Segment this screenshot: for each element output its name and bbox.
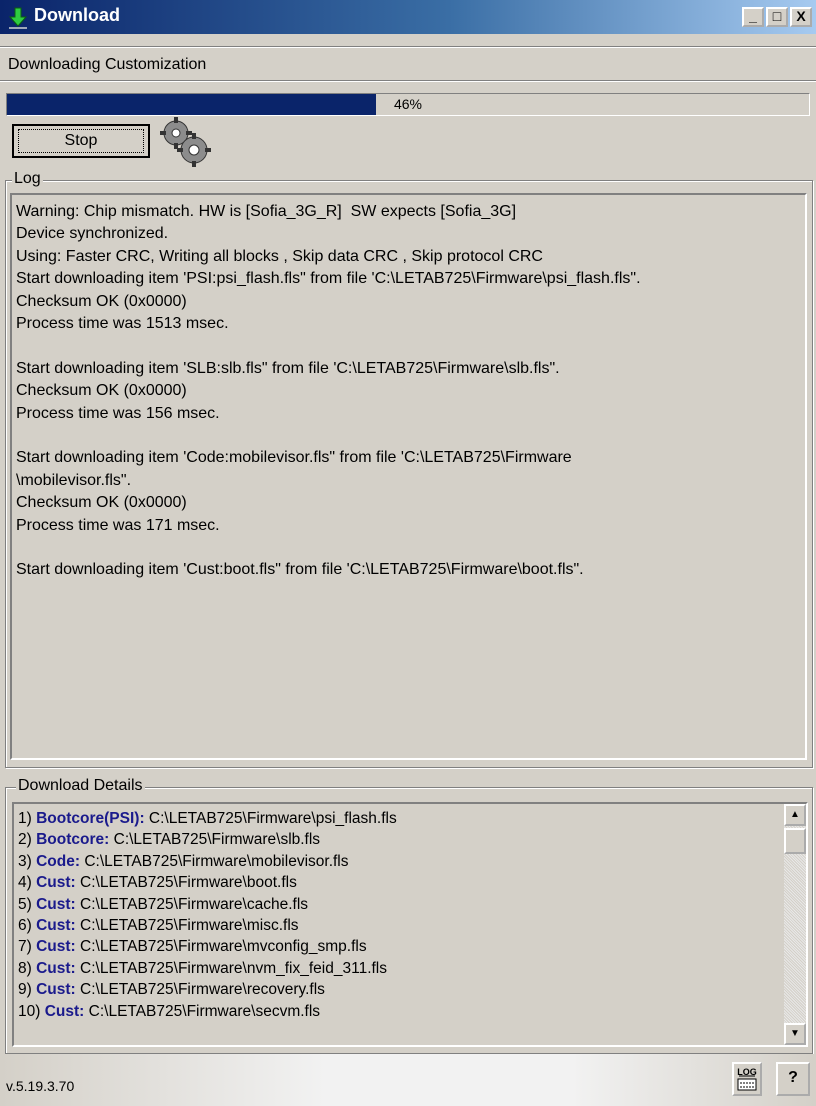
details-row-index: 2) bbox=[18, 831, 32, 849]
details-row-index: 4) bbox=[18, 874, 32, 892]
progress-label: 46% bbox=[393, 96, 423, 112]
details-row[interactable]: 5) Cust: C:\LETAB725\Firmware\cache.fls bbox=[18, 894, 780, 915]
log-icon: LOG bbox=[737, 1067, 757, 1091]
footer-bar bbox=[0, 1054, 816, 1106]
details-row-path: C:\LETAB725\Firmware\nvm_fix_feid_311.fl… bbox=[80, 959, 387, 977]
details-row[interactable]: 3) Code: C:\LETAB725\Firmware\mobileviso… bbox=[18, 851, 780, 872]
log-line: Device synchronized. bbox=[16, 225, 169, 243]
help-button[interactable]: ? bbox=[776, 1062, 810, 1096]
scroll-thumb[interactable] bbox=[784, 828, 806, 854]
details-row[interactable]: 8) Cust: C:\LETAB725\Firmware\nvm_fix_fe… bbox=[18, 958, 780, 979]
status-separator-top bbox=[0, 46, 816, 48]
details-row-type: Code: bbox=[36, 852, 81, 870]
log-text-area[interactable]: Warning: Chip mismatch. HW is [Sofia_3G_… bbox=[10, 193, 807, 760]
title-bar[interactable]: Download _ □ X bbox=[0, 0, 816, 34]
details-row-type: Cust: bbox=[44, 1002, 85, 1020]
log-line: Warning: Chip mismatch. HW is [Sofia_3G_… bbox=[16, 203, 517, 220]
version-label: v.5.19.3.70 bbox=[6, 1078, 75, 1094]
details-row-path: C:\LETAB725\Firmware\slb.fls bbox=[113, 831, 321, 849]
log-group-label: Log bbox=[12, 170, 43, 188]
details-row-path: C:\LETAB725\Firmware\psi_flash.fls bbox=[148, 810, 397, 827]
details-scrollbar[interactable]: ▲ ▼ bbox=[784, 804, 806, 1045]
status-separator-bottom bbox=[0, 80, 816, 82]
details-list: 1) Bootcore(PSI): C:\LETAB725\Firmware\p… bbox=[18, 808, 780, 1022]
details-row[interactable]: 9) Cust: C:\LETAB725\Firmware\recovery.f… bbox=[18, 979, 780, 1000]
stop-button-label: Stop bbox=[64, 132, 98, 149]
details-row-type: Bootcore: bbox=[36, 831, 110, 849]
details-row-path: C:\LETAB725\Firmware\mvconfig_smp.fls bbox=[80, 938, 367, 956]
log-line: Process time was 171 msec. bbox=[16, 516, 220, 534]
details-row-index: 1) bbox=[18, 810, 32, 827]
details-row-path: C:\LETAB725\Firmware\boot.fls bbox=[80, 874, 297, 892]
progress-bar: 46% bbox=[6, 93, 810, 116]
details-row-index: 3) bbox=[18, 852, 32, 870]
details-row-type: Cust: bbox=[36, 895, 76, 913]
minimize-button[interactable]: _ bbox=[742, 7, 764, 27]
stop-button[interactable]: Stop bbox=[12, 124, 150, 158]
details-row-type: Cust: bbox=[36, 938, 76, 956]
details-row[interactable]: 7) Cust: C:\LETAB725\Firmware\mvconfig_s… bbox=[18, 936, 780, 957]
details-row[interactable]: 10) Cust: C:\LETAB725\Firmware\secvm.fls bbox=[18, 1001, 780, 1022]
log-line: Checksum OK (0x0000) bbox=[16, 382, 187, 400]
log-line: Checksum OK (0x0000) bbox=[16, 292, 187, 310]
scroll-up-arrow-icon[interactable]: ▲ bbox=[784, 804, 806, 826]
details-row-index: 6) bbox=[18, 917, 32, 935]
details-row-index: 8) bbox=[18, 959, 32, 977]
log-line: \mobilevisor.fls". bbox=[16, 471, 132, 489]
log-line: Using: Faster CRC, Writing all blocks , … bbox=[16, 247, 543, 265]
log-line: Start downloading item 'PSI:psi_flash.fl… bbox=[16, 270, 641, 288]
details-row-type: Bootcore(PSI): bbox=[36, 810, 145, 827]
details-row[interactable]: 6) Cust: C:\LETAB725\Firmware\misc.fls bbox=[18, 915, 780, 936]
details-row[interactable]: 2) Bootcore: C:\LETAB725\Firmware\slb.fl… bbox=[18, 829, 780, 850]
log-line: Start downloading item 'Code:mobilevisor… bbox=[16, 449, 572, 467]
download-arrow-icon bbox=[8, 7, 28, 29]
details-row[interactable]: 4) Cust: C:\LETAB725\Firmware\boot.fls bbox=[18, 872, 780, 893]
maximize-button[interactable]: □ bbox=[766, 7, 788, 27]
log-line: Process time was 156 msec. bbox=[16, 404, 220, 422]
close-button[interactable]: X bbox=[790, 7, 812, 27]
details-row[interactable]: 1) Bootcore(PSI): C:\LETAB725\Firmware\p… bbox=[18, 808, 780, 829]
gears-icon bbox=[160, 117, 211, 167]
details-row-type: Cust: bbox=[36, 959, 76, 977]
scroll-down-arrow-icon[interactable]: ▼ bbox=[784, 1023, 806, 1045]
details-group-label: Download Details bbox=[16, 777, 145, 795]
log-line: Start downloading item 'Cust:boot.fls" f… bbox=[16, 561, 584, 579]
details-row-index: 7) bbox=[18, 938, 32, 956]
window-title: Download bbox=[34, 5, 120, 25]
details-row-index: 9) bbox=[18, 981, 32, 999]
details-row-path: C:\LETAB725\Firmware\recovery.fls bbox=[80, 981, 325, 999]
log-line: Checksum OK (0x0000) bbox=[16, 494, 187, 512]
log-line: Process time was 1513 msec. bbox=[16, 315, 229, 333]
details-row-path: C:\LETAB725\Firmware\mobilevisor.fls bbox=[84, 852, 349, 870]
details-row-index: 5) bbox=[18, 895, 32, 913]
details-row-type: Cust: bbox=[36, 874, 76, 892]
details-list-box[interactable]: 1) Bootcore(PSI): C:\LETAB725\Firmware\p… bbox=[12, 802, 808, 1047]
details-row-type: Cust: bbox=[36, 981, 76, 999]
log-button[interactable]: LOG bbox=[732, 1062, 762, 1096]
details-row-type: Cust: bbox=[36, 917, 76, 935]
details-row-path: C:\LETAB725\Firmware\misc.fls bbox=[80, 917, 299, 935]
status-text: Downloading Customization bbox=[8, 56, 207, 73]
details-row-path: C:\LETAB725\Firmware\secvm.fls bbox=[88, 1002, 321, 1020]
details-row-path: C:\LETAB725\Firmware\cache.fls bbox=[80, 895, 309, 913]
details-row-index: 10) bbox=[18, 1002, 41, 1020]
log-line: Start downloading item 'SLB:slb.fls" fro… bbox=[16, 359, 560, 377]
